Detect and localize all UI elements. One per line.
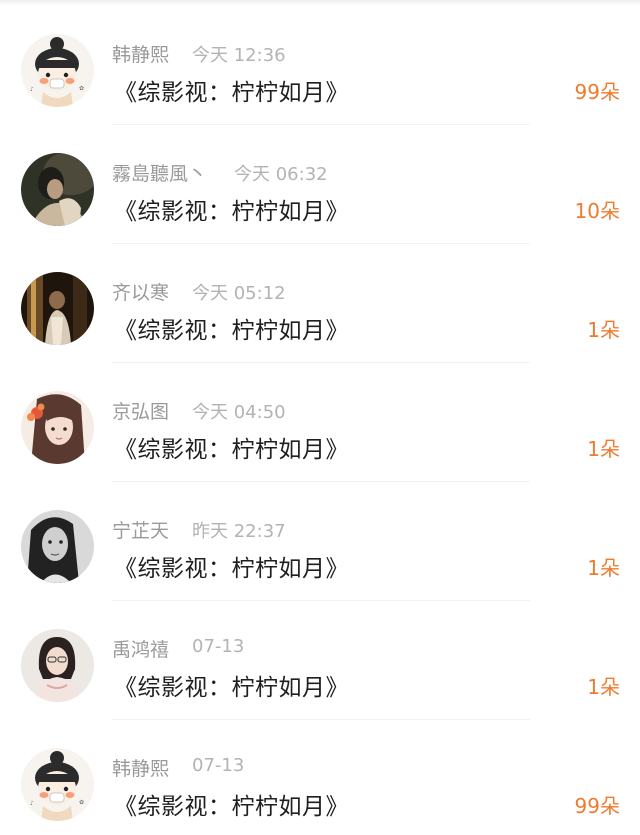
book-title[interactable]: 《综影视：柠柠如月》 <box>114 430 349 464</box>
book-title[interactable]: 《综影视：柠柠如月》 <box>114 668 349 702</box>
gift-time: 今天 06:32 <box>234 164 328 185</box>
cartoon-girl-avatar-icon[interactable]: ♪ ✿ <box>21 34 94 107</box>
gift-time: 昨天 22:37 <box>192 521 286 542</box>
list-item[interactable]: 霧島聽風丶 今天 06:32 《综影视：柠柠如月》 10朵 <box>0 125 640 244</box>
list-item[interactable]: ♪ ✿ 韩静熙 今天 12:36 《综影视：柠柠如月》 99朵 <box>0 6 640 125</box>
book-title[interactable]: 《综影视：柠柠如月》 <box>114 549 349 583</box>
book-title[interactable]: 《综影视：柠柠如月》 <box>114 787 349 821</box>
gift-time: 07-13 <box>192 755 245 776</box>
illustrated-girl-avatar-icon[interactable] <box>21 391 94 464</box>
photo-avatar-icon[interactable] <box>21 272 94 345</box>
photo-avatar-icon[interactable] <box>21 153 94 226</box>
gift-time: 07-13 <box>192 636 245 657</box>
cartoon-girl-avatar-icon[interactable]: ♪ ✿ <box>21 748 94 821</box>
flower-count: 10朵 <box>574 199 620 223</box>
list-item[interactable]: 京弘图 今天 04:50 《综影视：柠柠如月》 1朵 <box>0 363 640 482</box>
svg-text:♪: ♪ <box>30 800 34 807</box>
book-title[interactable]: 《综影视：柠柠如月》 <box>114 311 349 345</box>
flower-count: 1朵 <box>587 675 620 699</box>
gift-time: 今天 12:36 <box>192 45 286 66</box>
svg-text:✿: ✿ <box>79 85 84 92</box>
user-name[interactable]: 韩静熙 <box>112 40 169 67</box>
flower-count: 1朵 <box>587 437 620 461</box>
list-item[interactable]: 宁芷天 昨天 22:37 《综影视：柠柠如月》 1朵 <box>0 482 640 601</box>
user-name[interactable]: 齐以寒 <box>112 278 169 305</box>
list-item[interactable]: 齐以寒 今天 05:12 《综影视：柠柠如月》 1朵 <box>0 244 640 363</box>
user-name[interactable]: 禹鸿禧 <box>112 635 169 662</box>
gift-record-list: ♪ ✿ 韩静熙 今天 12:36 《综影视：柠柠如月》 99朵 霧島聽風丶 今天… <box>0 0 640 835</box>
flower-count: 99朵 <box>574 80 620 104</box>
gift-time: 今天 04:50 <box>192 402 286 423</box>
list-item[interactable]: 禹鸿禧 07-13 《综影视：柠柠如月》 1朵 <box>0 601 640 720</box>
user-name[interactable]: 宁芷天 <box>112 516 169 543</box>
user-name[interactable]: 京弘图 <box>112 397 169 424</box>
user-name[interactable]: 霧島聽風丶 <box>112 159 207 186</box>
flower-count: 1朵 <box>587 556 620 580</box>
flower-count: 1朵 <box>587 318 620 342</box>
flower-count: 99朵 <box>574 794 620 818</box>
book-title[interactable]: 《综影视：柠柠如月》 <box>114 192 349 226</box>
book-title[interactable]: 《综影视：柠柠如月》 <box>114 73 349 107</box>
photo-avatar-icon[interactable] <box>21 629 94 702</box>
svg-text:✿: ✿ <box>79 799 84 806</box>
svg-text:♪: ♪ <box>30 86 34 93</box>
user-name[interactable]: 韩静熙 <box>112 754 169 781</box>
list-item[interactable]: ♪ ✿ 韩静熙 07-13 《综影视：柠柠如月》 99朵 <box>0 720 640 835</box>
gift-time: 今天 05:12 <box>192 283 286 304</box>
bw-photo-avatar-icon[interactable] <box>21 510 94 583</box>
